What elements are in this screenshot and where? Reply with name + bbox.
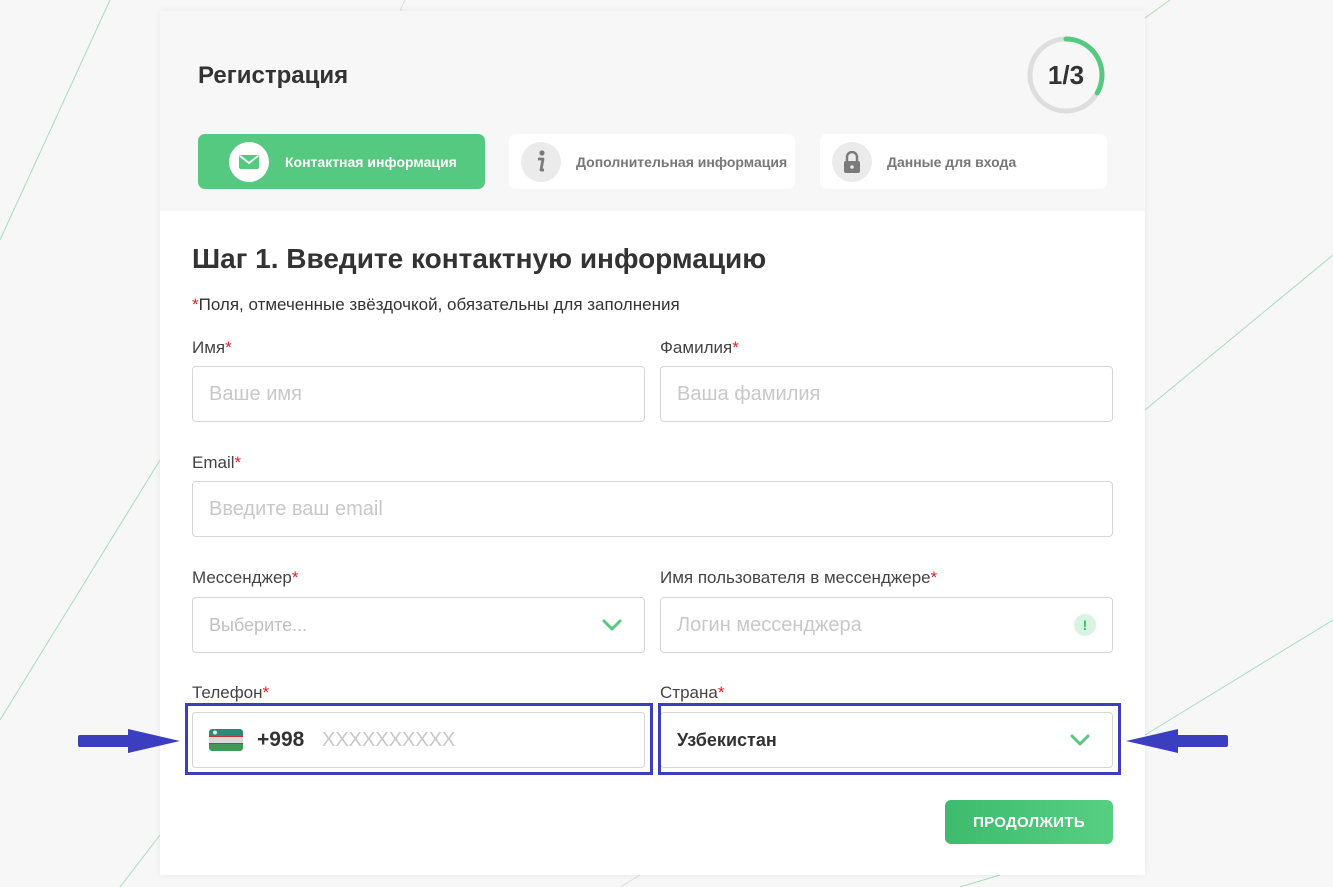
messenger-username-input[interactable] [661,598,1112,652]
page-title: Регистрация [198,62,349,89]
email-label: Email* [192,453,241,473]
email-field-wrapper [192,481,1113,537]
tab-contact-info[interactable]: Контактная информация [198,134,485,189]
info-icon [521,141,561,182]
tab-additional-info[interactable]: Дополнительная информация [509,134,795,189]
chevron-down-icon [602,615,622,640]
label-text: Имя пользователя в мессенджере [660,568,931,587]
first-name-label: Имя* [192,338,232,358]
messenger-username-field-wrapper: ! [660,597,1113,653]
required-note-text: Поля, отмеченные звёздочкой, обязательны… [198,295,680,314]
required-note: *Поля, отмеченные звёздочкой, обязательн… [192,295,680,315]
warning-icon: ! [1074,614,1096,636]
messenger-label: Мессенджер* [192,568,298,588]
required-star: * [291,568,299,587]
last-name-label: Фамилия* [660,338,739,358]
tab-login-data[interactable]: Данные для входа [820,134,1107,189]
label-text: Страна [660,683,718,702]
phone-highlight-box [185,703,653,775]
label-text: Телефон [192,683,263,702]
messenger-username-label: Имя пользователя в мессенджере* [660,568,937,588]
required-star: * [262,683,270,702]
country-highlight-box [658,703,1121,775]
messenger-select-placeholder: Выберите... [209,614,308,635]
first-name-field-wrapper [192,366,645,422]
lock-icon [832,141,872,182]
form-title: Шаг 1. Введите контактную информацию [192,243,767,274]
required-star: * [732,338,739,357]
label-text: Фамилия [660,338,733,357]
tab-label: Дополнительная информация [576,153,788,170]
required-star: * [192,295,199,314]
required-star: * [930,568,938,587]
progress-text: 1/3 [1047,60,1085,90]
arrow-right-icon [78,729,180,753]
tab-label: Данные для входа [887,153,1017,170]
required-star: * [234,453,242,472]
tab-label: Контактная информация [285,153,457,170]
card-header: Регистрация 1/3 Контактная информация До… [160,11,1145,211]
required-star: * [225,338,232,357]
arrow-left-icon [1126,729,1228,753]
label-text: Мессенджер [192,568,292,587]
required-star: * [717,683,725,702]
country-label: Страна* [660,683,724,703]
last-name-input[interactable] [661,367,1112,421]
label-text: Имя [192,338,226,357]
first-name-input[interactable] [193,367,644,421]
label-text: Email [192,453,235,472]
envelope-icon [229,141,269,182]
step-progress-indicator: 1/3 [1026,35,1106,115]
continue-button[interactable]: ПРОДОЛЖИТЬ [945,800,1113,844]
phone-label: Телефон* [192,683,269,703]
messenger-select[interactable]: Выберите... [192,597,645,653]
last-name-field-wrapper [660,366,1113,422]
email-input[interactable] [193,482,1112,536]
